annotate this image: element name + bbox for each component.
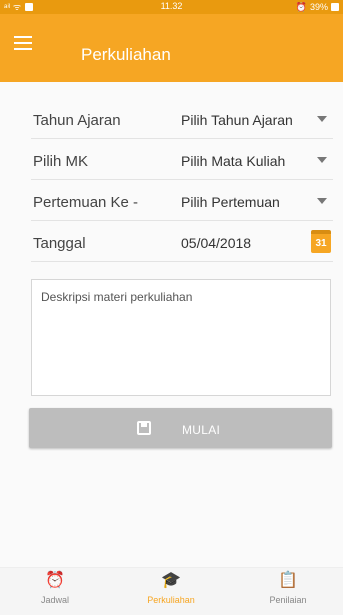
course-select[interactable]: Pilih Mata Kuliah xyxy=(181,153,285,169)
nav-label-penilaian: Penilaian xyxy=(269,595,307,605)
status-right: ⏰ 39% xyxy=(296,1,339,13)
academic-year-row[interactable]: Tahun Ajaran Pilih Tahun Ajaran xyxy=(31,98,333,139)
nav-item-perkuliahan[interactable]: 🎓 Perkuliahan xyxy=(116,568,226,615)
date-row[interactable]: Tanggal 05/04/2018 31 xyxy=(31,221,333,262)
status-bar: ᵃⁱˡ ᯤ 11.32 ⏰ 39% xyxy=(0,0,343,14)
calendar-icon[interactable]: 31 xyxy=(311,230,331,253)
chevron-down-icon[interactable] xyxy=(317,198,327,204)
start-button-label: MULAI xyxy=(182,423,221,437)
graduation-cap-icon: 🎓 xyxy=(161,572,181,589)
battery-icon xyxy=(331,3,339,11)
app-bar: Perkuliahan xyxy=(0,14,343,82)
date-value[interactable]: 05/04/2018 xyxy=(181,235,251,251)
nav-item-penilaian[interactable]: 📋 Penilaian xyxy=(233,568,343,615)
status-time: 11.32 xyxy=(160,1,183,11)
academic-year-label: Tahun Ajaran xyxy=(33,112,121,129)
academic-year-select[interactable]: Pilih Tahun Ajaran xyxy=(181,112,293,128)
nav-label-perkuliahan: Perkuliahan xyxy=(147,595,195,605)
course-label: Pilih MK xyxy=(33,153,89,170)
nav-item-jadwal[interactable]: ⏰ Jadwal xyxy=(0,568,110,615)
chevron-down-icon[interactable] xyxy=(317,116,327,122)
lecture-form: Tahun Ajaran Pilih Tahun Ajaran Pilih MK… xyxy=(31,98,333,262)
start-button[interactable]: MULAI xyxy=(29,408,332,448)
meeting-row[interactable]: Pertemuan Ke - Pilih Pertemuan xyxy=(31,180,333,221)
clipboard-icon: 📋 xyxy=(278,572,298,589)
chevron-down-icon[interactable] xyxy=(317,157,327,163)
page-title: Perkuliahan xyxy=(81,45,171,64)
battery-percent: 39% xyxy=(309,2,328,12)
meeting-select[interactable]: Pilih Pertemuan xyxy=(181,194,280,210)
nav-label-jadwal: Jadwal xyxy=(40,595,69,605)
meeting-label: Pertemuan Ke - xyxy=(33,194,139,211)
bottom-navigation: ⏰ Jadwal 🎓 Perkuliahan 📋 Penilaian xyxy=(0,567,343,615)
course-row[interactable]: Pilih MK Pilih Mata Kuliah xyxy=(31,139,333,180)
save-icon xyxy=(137,421,151,435)
description-input[interactable]: Deskripsi materi perkuliahan xyxy=(31,279,331,396)
date-label: Tanggal xyxy=(33,235,86,252)
alarm-status-icon: ⏰ xyxy=(295,2,307,12)
menu-icon[interactable] xyxy=(14,36,32,50)
alarm-clock-icon: ⏰ xyxy=(45,572,65,589)
